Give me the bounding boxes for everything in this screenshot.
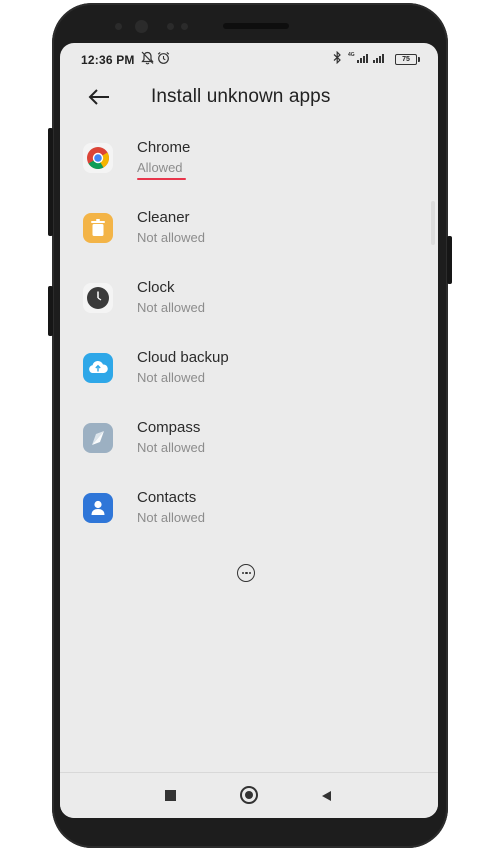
- list-item-chrome[interactable]: Chrome Allowed: [60, 131, 438, 187]
- app-name: Contacts: [137, 489, 197, 506]
- list-item-clock[interactable]: Clock Not allowed: [60, 271, 438, 327]
- bluetooth-icon: [333, 51, 341, 64]
- app-status: Not allowed: [137, 230, 205, 245]
- more-options-button[interactable]: [237, 564, 255, 582]
- earpiece-speaker: [223, 23, 289, 29]
- arrow-left-icon: [88, 89, 109, 105]
- back-button[interactable]: [86, 84, 112, 110]
- more-dot: [241, 572, 244, 575]
- list-item-compass[interactable]: Compass Not allowed: [60, 411, 438, 467]
- app-status: Not allowed: [137, 510, 205, 525]
- page-title: Install unknown apps: [151, 86, 331, 107]
- side-button: [447, 236, 452, 284]
- signal-icon: [373, 54, 384, 63]
- list-item-cloud-backup[interactable]: Cloud backup Not allowed: [60, 341, 438, 397]
- status-underline: [137, 178, 186, 180]
- sensor-dot: [115, 23, 122, 30]
- alarm-icon: [157, 51, 170, 64]
- header: Install unknown apps: [60, 75, 438, 119]
- volume-button: [48, 128, 53, 236]
- more-dot: [249, 572, 252, 575]
- status-time: 12:36 PM: [81, 53, 135, 67]
- contacts-icon: [83, 493, 113, 523]
- home-circle-icon[interactable]: [240, 786, 258, 804]
- app-status: Not allowed: [137, 440, 205, 455]
- app-status: Allowed: [137, 160, 183, 175]
- signal-4g-icon: 4G: [348, 52, 368, 63]
- power-button: [48, 286, 53, 336]
- list-item-cleaner[interactable]: Cleaner Not allowed: [60, 201, 438, 257]
- front-camera: [135, 20, 148, 33]
- recents-square-icon[interactable]: [165, 790, 176, 801]
- screen: 12:36 PM 4G 75 Install unknown apps Chro…: [60, 43, 438, 818]
- more-dot: [245, 572, 248, 575]
- app-name: Cleaner: [137, 209, 190, 226]
- status-bar: 12:36 PM 4G 75: [60, 43, 438, 75]
- svg-text:4G: 4G: [348, 52, 355, 58]
- clock-icon: [83, 283, 113, 313]
- back-triangle-icon[interactable]: [320, 790, 332, 802]
- sensor-dot: [167, 23, 174, 30]
- app-status: Not allowed: [137, 300, 205, 315]
- app-name: Compass: [137, 419, 201, 436]
- cloud-backup-icon: [83, 353, 113, 383]
- trash-icon: [83, 213, 113, 243]
- mute-bell-icon: [141, 51, 154, 65]
- navigation-bar: [60, 772, 438, 818]
- sensor-dot: [181, 23, 188, 30]
- app-name: Cloud backup: [137, 349, 229, 366]
- app-name: Chrome: [137, 139, 191, 156]
- scrollbar[interactable]: [431, 201, 435, 245]
- battery-indicator: 75: [395, 54, 420, 65]
- chrome-icon: [83, 143, 113, 173]
- compass-icon: [83, 423, 113, 453]
- app-name: Clock: [137, 279, 175, 296]
- app-status: Not allowed: [137, 370, 205, 385]
- list-item-contacts[interactable]: Contacts Not allowed: [60, 481, 438, 537]
